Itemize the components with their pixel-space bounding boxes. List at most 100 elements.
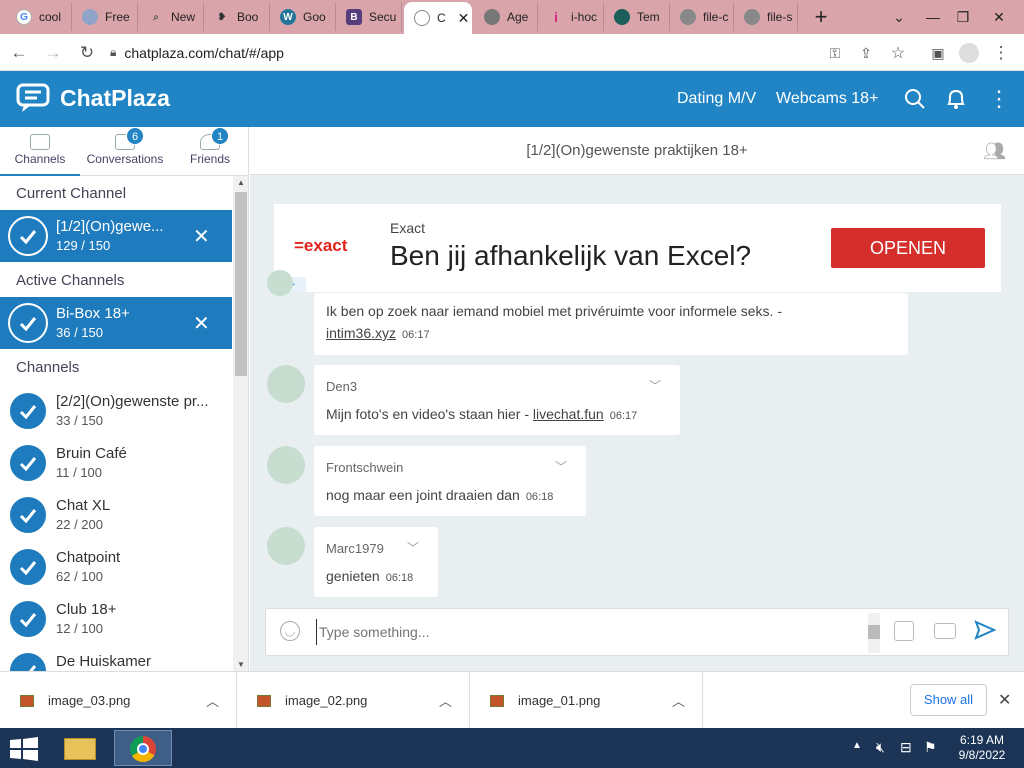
tab-conversations[interactable]: 6 Conversations [80, 127, 170, 176]
chevron-down-icon[interactable]: ﹀ [649, 377, 661, 394]
chat-icon [414, 10, 430, 26]
message-input[interactable] [316, 619, 866, 645]
more-menu-icon[interactable]: ⋮ [988, 86, 1010, 112]
forward-button[interactable]: → [40, 40, 66, 66]
message-author[interactable]: Frontschwein [326, 460, 403, 475]
browser-tab[interactable]: i i-hoc [538, 3, 604, 31]
browser-tab[interactable]: Free [72, 3, 138, 31]
check-badge-icon [8, 495, 48, 535]
close-icon[interactable]: ✕ [193, 224, 210, 249]
channel-item[interactable]: Chat XL 22 / 200 [0, 489, 232, 541]
close-downloads-icon[interactable]: ✕ [998, 690, 1011, 710]
clock[interactable]: 6:19 AM 9/8/2022 [952, 733, 1012, 763]
channel-item-current[interactable]: [1/2](On)gewe... 129 / 150 ✕ [0, 210, 232, 262]
conversations-badge: 6 [126, 127, 144, 145]
file-explorer-icon[interactable] [56, 730, 104, 766]
side-panel-icon[interactable]: ▣ [925, 40, 951, 66]
avatar[interactable] [267, 527, 305, 565]
menu-dots-icon[interactable]: ⋮ [988, 40, 1014, 66]
channel-item[interactable]: Club 18+ 12 / 100 [0, 593, 232, 645]
download-item[interactable]: image_03.png ︿ [0, 672, 237, 729]
template-icon [614, 9, 630, 25]
check-badge-icon [8, 599, 48, 639]
url-field[interactable]: 🔒︎ chatplaza.com/chat/#/app [110, 38, 920, 67]
download-item[interactable]: image_02.png ︿ [237, 672, 470, 729]
message-author[interactable]: Den3 [326, 379, 357, 394]
tab-friends[interactable]: 1 Friends [170, 127, 248, 176]
close-window-button[interactable]: ✕ [982, 0, 1016, 34]
composer-scrollbar[interactable] [868, 613, 880, 653]
restore-button[interactable]: ❐ [946, 0, 980, 34]
bookmark-star-icon[interactable]: ☆ [885, 40, 911, 66]
chevron-up-icon[interactable]: ︿ [206, 691, 219, 710]
search-icon[interactable] [904, 88, 926, 115]
channels-header: Channels [16, 359, 80, 376]
chrome-taskbar-icon[interactable] [114, 730, 172, 766]
ad-banner[interactable]: =exact Exact Ben jij afhankelijk van Exc… [274, 204, 1001, 292]
dating-link[interactable]: Dating M/V [677, 90, 756, 108]
channel-item[interactable]: Bruin Café 11 / 100 [0, 437, 232, 489]
channel-item[interactable]: De Huiskamer [0, 645, 232, 671]
image-file-icon [20, 694, 34, 707]
chatplaza-logo[interactable]: ChatPlaza [16, 83, 170, 113]
download-item[interactable]: image_01.png ︿ [470, 672, 703, 729]
network-icon[interactable]: ⊟ [900, 739, 912, 756]
send-icon[interactable] [974, 619, 997, 646]
friends-badge: 1 [211, 127, 229, 145]
chevron-up-icon[interactable]: ︿ [672, 691, 685, 710]
browser-tab[interactable]: file-s [734, 3, 798, 31]
browser-tab[interactable]: file-c [670, 3, 734, 31]
chevron-down-icon[interactable]: ﹀ [407, 539, 419, 556]
message-link[interactable]: livechat.fun [533, 406, 604, 422]
reload-button[interactable]: ↻ [74, 40, 100, 66]
browser-tab[interactable]: Age [474, 3, 538, 31]
close-tab-icon[interactable]: ✕ [458, 10, 470, 27]
chevron-up-icon[interactable]: ︿ [439, 691, 452, 710]
channel-item[interactable]: Chatpoint 62 / 100 [0, 541, 232, 593]
browser-tab[interactable]: Tem [604, 3, 670, 31]
message-author[interactable]: Marc1979 [326, 541, 384, 556]
image-file-icon [257, 694, 271, 707]
close-icon[interactable]: ✕ [193, 311, 210, 336]
tab-channels[interactable]: Channels [0, 127, 80, 176]
message-link[interactable]: intim36.xyz [326, 325, 396, 341]
check-badge-icon [8, 216, 48, 256]
ad-brand: Exact [390, 220, 426, 236]
channel-item[interactable]: [2/2](On)gewenste pr... 33 / 150 [0, 385, 232, 437]
sticker-icon[interactable] [894, 621, 914, 641]
volume-muted-icon[interactable]: 🔇︎ [876, 739, 885, 756]
emoji-icon[interactable]: ◡ [280, 621, 300, 641]
share-icon[interactable]: ⇪ [853, 40, 879, 66]
sidebar-scrollbar[interactable]: ▲ ▼ [233, 176, 248, 671]
key-icon[interactable]: ⚿ [822, 40, 848, 66]
action-center-icon[interactable]: ⚑ [924, 739, 937, 756]
chat-bubble-icon [16, 83, 50, 112]
browser-tab[interactable]: B Secu [336, 3, 402, 31]
chevron-down-icon[interactable]: ﹀ [555, 458, 567, 475]
browser-tab-active[interactable]: C ✕ [404, 2, 472, 34]
browser-tab[interactable]: W Goo [270, 3, 336, 31]
avatar[interactable] [267, 446, 305, 484]
show-all-button[interactable]: Show all [910, 684, 987, 716]
camera-icon[interactable] [934, 623, 956, 639]
browser-tab[interactable]: ❥ Boo [204, 3, 270, 31]
windows-start-icon[interactable] [10, 737, 38, 766]
avatar[interactable] [267, 270, 293, 296]
new-tab-button[interactable]: + [804, 0, 838, 34]
channel-item-active[interactable]: Bi-Box 18+ 36 / 150 ✕ [0, 297, 232, 349]
book-icon: ❥ [217, 11, 227, 23]
bell-icon[interactable] [945, 88, 967, 115]
avatar[interactable] [267, 365, 305, 403]
browser-tab[interactable]: Gcool [6, 3, 72, 31]
ad-open-button[interactable]: OPENEN [831, 228, 985, 268]
browser-tab[interactable]: ⌕ New [138, 3, 204, 31]
chat-message: Ik ben op zoek naar iemand mobiel met pr… [314, 293, 908, 355]
sidebar: Channels 6 Conversations 1 Friends Current… [0, 127, 249, 671]
profile-icon[interactable] [956, 40, 982, 66]
back-button[interactable]: ← [6, 40, 32, 66]
users-icon[interactable]: 👥︎ [983, 127, 1006, 175]
webcams-link[interactable]: Webcams 18+ [776, 90, 878, 108]
tray-chevron-icon[interactable]: ▲ [852, 740, 862, 751]
tab-search-chevron-icon[interactable]: ⌄ [882, 0, 916, 34]
minimize-button[interactable]: — [916, 0, 950, 34]
